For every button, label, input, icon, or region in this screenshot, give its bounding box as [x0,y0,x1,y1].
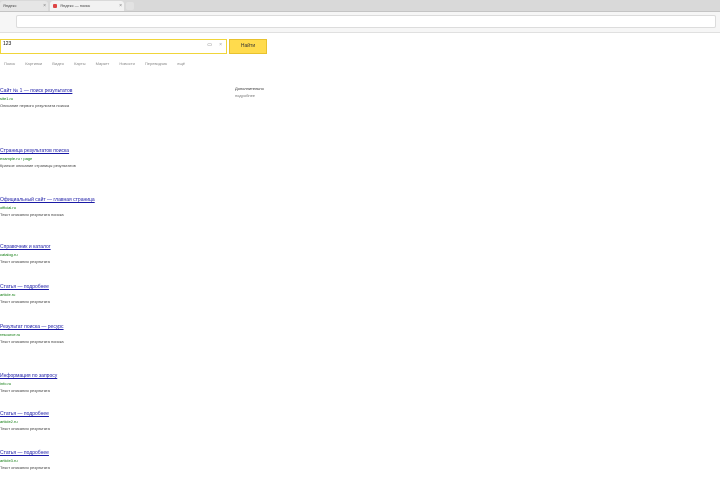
search-result: Информация по запросу info.ru Текст опис… [0,373,215,393]
search-input[interactable]: 123 ▭ × [0,39,227,54]
result-url[interactable]: article2.ru [0,419,215,424]
search-result: Страница результатов поиска example.ru ›… [0,148,215,168]
result-title[interactable]: Информация по запросу [0,373,215,379]
result-url[interactable]: article.ru [0,292,215,297]
tab-maps[interactable]: Карты [74,61,85,66]
search-result: Результат поиска — ресурс resource.ru Те… [0,324,215,344]
result-url[interactable]: official.ru [0,205,215,210]
search-result: Статья — подробнее article.ru Текст опис… [0,284,215,304]
search-result: Статья — подробнее article2.ru Текст опи… [0,411,215,431]
address-bar [0,12,720,33]
result-snippet: Текст описания результата [0,465,50,470]
new-tab-button[interactable] [126,2,134,10]
result-url[interactable]: catalog.ru [0,252,215,257]
keyboard-icon[interactable]: ▭ [207,42,212,48]
tab-market[interactable]: Маркет [96,61,110,66]
result-title[interactable]: Сайт № 1 — поиск результатов [0,88,215,94]
search-result: Справочник и каталог catalog.ru Текст оп… [0,244,215,264]
tab-more[interactable]: ещё [177,61,185,66]
search-result: Сайт № 1 — поиск результатов site1.ru Оп… [0,88,215,108]
tab-video[interactable]: Видео [52,61,64,66]
tab-translate[interactable]: Переводчик [145,61,167,66]
search-tabs: Поиск Картинки Видео Карты Маркет Новост… [4,61,194,66]
result-snippet: Текст описания результата [0,388,50,393]
result-title[interactable]: Страница результатов поиска [0,148,215,154]
result-snippet: Краткое описание страницы результатов [0,163,76,168]
result-snippet: Описание первого результата поиска [0,103,70,108]
result-snippet: Текст описания результата [0,299,50,304]
search-button[interactable]: Найти [229,39,267,54]
result-title[interactable]: Результат поиска — ресурс [0,324,215,330]
search-result: Официальный сайт — главная страница offi… [0,197,215,217]
browser-tab-label: Яндекс — поиск [60,3,91,8]
result-url[interactable]: article3.ru [0,458,215,463]
result-url[interactable]: info.ru [0,381,215,386]
side-subtitle[interactable]: подробнее [235,93,264,98]
result-snippet: Текст описания результата поиска [0,212,64,217]
result-url[interactable]: example.ru › page [0,156,215,161]
side-panel: Дополнительно подробнее [235,86,264,98]
search-query: 123 [3,41,12,47]
browser-tab-bar: Яндекс × Яндекс — поиск × [0,0,720,12]
clear-icon[interactable]: × [219,42,222,48]
result-title[interactable]: Статья — подробнее [0,450,215,456]
tab-news[interactable]: Новости [119,61,134,66]
close-icon[interactable]: × [43,1,46,11]
result-snippet: Текст описания результата поиска [0,339,64,344]
result-title[interactable]: Справочник и каталог [0,244,215,250]
browser-tab[interactable]: Яндекс × [0,1,48,11]
tab-images[interactable]: Картинки [25,61,42,66]
result-url[interactable]: site1.ru [0,96,215,101]
url-field[interactable] [16,15,716,28]
result-title[interactable]: Официальный сайт — главная страница [0,197,215,203]
search-result: Статья — подробнее article3.ru Текст опи… [0,450,215,470]
result-url[interactable]: resource.ru [0,332,215,337]
browser-tab-label: Яндекс [3,3,17,8]
close-icon[interactable]: × [119,1,122,11]
side-title: Дополнительно [235,86,264,91]
result-snippet: Текст описания результата [0,426,50,431]
result-title[interactable]: Статья — подробнее [0,411,215,417]
browser-tab-active[interactable]: Яндекс — поиск × [50,1,124,11]
result-snippet: Текст описания результата [0,259,50,264]
tab-search[interactable]: Поиск [4,61,15,66]
result-title[interactable]: Статья — подробнее [0,284,215,290]
favicon-icon [53,4,57,8]
